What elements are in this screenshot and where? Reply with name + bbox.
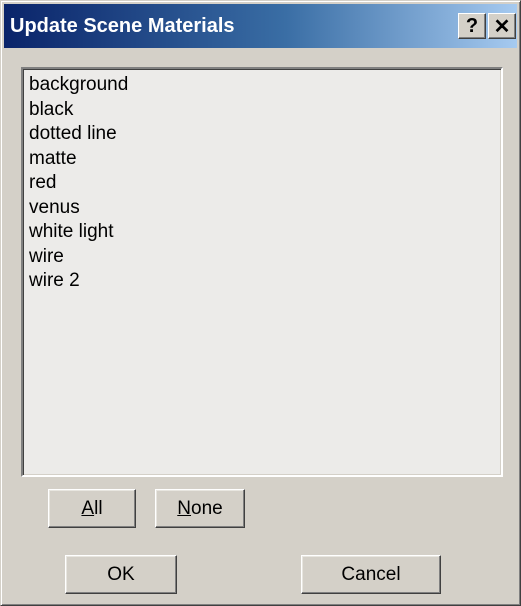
none-mnemonic: N [177, 497, 192, 519]
close-button[interactable]: ✕ [488, 13, 516, 39]
list-item[interactable]: wire 2 [29, 269, 501, 294]
list-item[interactable]: matte [29, 147, 501, 172]
cancel-button[interactable]: Cancel [301, 555, 441, 594]
window-title: Update Scene Materials [10, 15, 235, 37]
list-item[interactable]: white light [29, 220, 501, 245]
help-button[interactable]: ? [458, 13, 486, 39]
all-mnemonic: A [81, 497, 95, 519]
list-item[interactable]: red [29, 171, 501, 196]
none-label-rest: one [191, 497, 223, 519]
materials-list: background black dotted line matte red v… [23, 69, 501, 294]
ok-button[interactable]: OK [65, 555, 177, 594]
none-button[interactable]: None [155, 489, 245, 528]
list-item[interactable]: venus [29, 196, 501, 221]
question-mark-icon: ? [465, 14, 479, 37]
list-item[interactable]: black [29, 98, 501, 123]
all-label-rest: ll [94, 497, 103, 519]
list-item[interactable]: dotted line [29, 122, 501, 147]
list-item[interactable]: wire [29, 245, 501, 270]
update-scene-materials-dialog: Update Scene Materials ? ✕ background bl… [0, 0, 521, 606]
all-button[interactable]: All [48, 489, 136, 528]
materials-listbox[interactable]: background black dotted line matte red v… [21, 67, 503, 477]
list-item[interactable]: background [29, 73, 501, 98]
title-bar[interactable]: Update Scene Materials ? ✕ [4, 4, 517, 48]
close-icon: ✕ [493, 15, 511, 38]
